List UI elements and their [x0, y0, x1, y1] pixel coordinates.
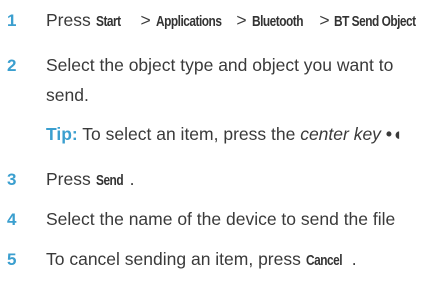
tip: Tip: To select an item, press the center… — [0, 124, 433, 150]
tip-body: To select an item, press the — [77, 124, 301, 144]
step-prefix: Press — [46, 10, 96, 30]
step-suffix: . — [351, 249, 357, 269]
step-number: 4 — [7, 210, 17, 229]
separator: > — [314, 10, 335, 30]
step-number: 1 — [7, 11, 17, 30]
step-5: 5 To cancel sending an item, press Cance… — [0, 249, 433, 275]
step-2-continued: send. — [0, 85, 433, 111]
tip-text: Tip: To select an item, press the center… — [46, 124, 403, 144]
center-key-icon: •◖ — [385, 124, 403, 144]
tip-label: Tip: — [46, 124, 78, 144]
step-prefix: To cancel sending an item, press — [46, 249, 306, 269]
ui-label-send: Send — [95, 173, 124, 189]
step-number: 2 — [7, 56, 17, 75]
ui-label-start: Start — [95, 14, 121, 30]
step-text: Press Start > Applications > Bluetooth >… — [46, 10, 433, 30]
step-text: Select the name of the device to send th… — [46, 209, 396, 229]
step-number: 5 — [7, 250, 17, 269]
step-2: 2 Select the object type and object you … — [0, 55, 433, 81]
ui-label-applications: Applications — [155, 14, 222, 30]
separator: > — [135, 10, 156, 30]
step-4: 4 Select the name of the device to send … — [0, 209, 433, 235]
step-suffix: . — [129, 169, 135, 189]
step-number: 3 — [7, 170, 17, 189]
step-3: 3 Press Send. — [0, 169, 433, 195]
separator: > — [231, 10, 252, 30]
step-text: To cancel sending an item, press Cancel. — [46, 249, 357, 269]
ui-label-bluetooth: Bluetooth — [251, 14, 304, 30]
ui-label-cancel: Cancel — [305, 253, 343, 269]
tip-emphasis: center key — [300, 124, 381, 144]
ui-label-bt-send-object: BT Send Object — [334, 14, 417, 30]
step-text-line-2: send. — [46, 85, 89, 105]
step-1: 1 Press Start > Applications > Bluetooth… — [0, 10, 433, 36]
step-text: Press Send. — [46, 169, 135, 189]
step-text-line-1: Select the object type and object you wa… — [46, 55, 394, 75]
step-prefix: Press — [46, 169, 96, 189]
